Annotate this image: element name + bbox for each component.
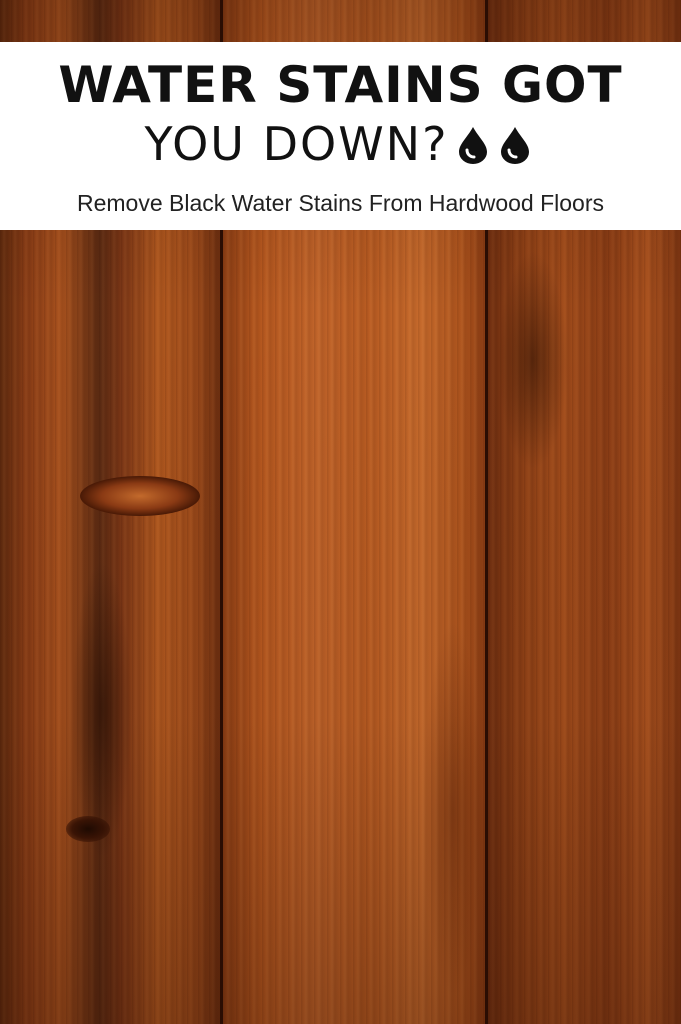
- dark-grain-streak: [72, 560, 132, 860]
- wood-knot: [80, 476, 200, 516]
- dark-grain-streak: [423, 620, 483, 1000]
- headline: WATER STAINS GOT: [58, 56, 623, 114]
- water-drops: [458, 126, 529, 164]
- water-drop-icon: [458, 126, 487, 164]
- subtitle: Remove Black Water Stains From Hardwood …: [76, 190, 605, 216]
- dark-grain-streak: [498, 250, 568, 470]
- headline-question: YOU DOWN?: [144, 117, 449, 171]
- headline-second-line: YOU DOWN?: [0, 114, 681, 178]
- title-banner: WATER STAINS GOT YOU DOWN? Remove Black …: [0, 42, 681, 230]
- pin-graphic: WATER STAINS GOT YOU DOWN? Remove Black …: [0, 0, 681, 1024]
- water-drop-icon: [500, 126, 529, 164]
- drops-group: [453, 118, 537, 178]
